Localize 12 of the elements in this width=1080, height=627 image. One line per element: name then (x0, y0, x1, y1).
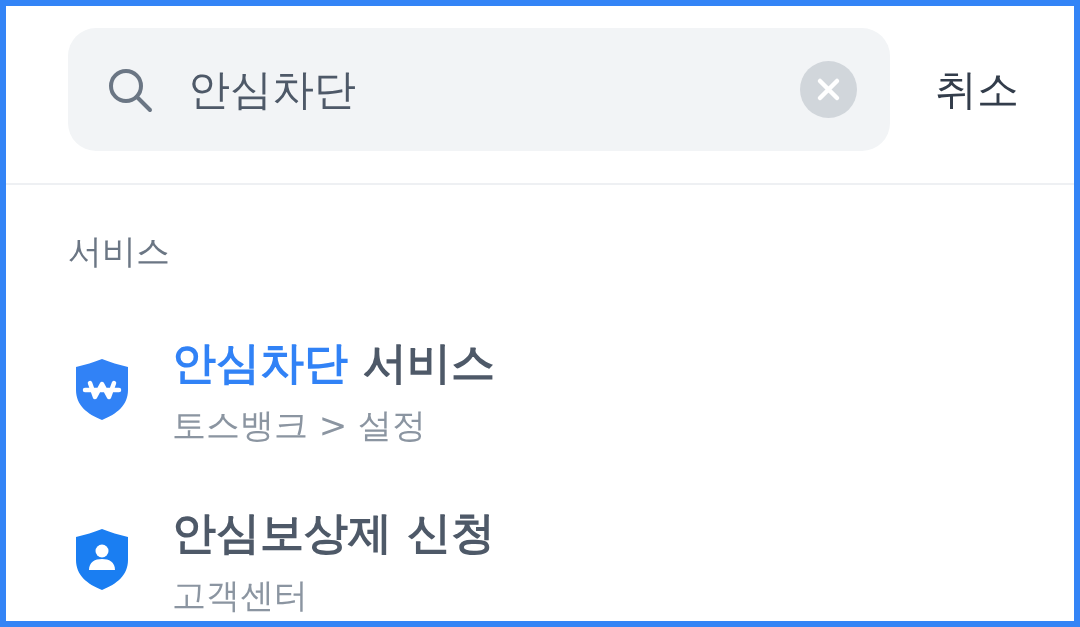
shield-won-icon (73, 357, 131, 421)
clear-button[interactable] (800, 61, 857, 118)
result-path: 토스뱅크 > 설정 (172, 404, 427, 447)
result-title[interactable]: 안심차단 서비스 (172, 334, 496, 392)
section-heading: 서비스 (68, 230, 170, 273)
cancel-button[interactable]: 취소 (935, 61, 1019, 118)
result-path: 고객센터 (172, 574, 308, 617)
clear-icon (800, 61, 857, 118)
shield-person-icon (73, 527, 131, 591)
search-field[interactable]: 안심차단 (68, 28, 890, 151)
search-icon (107, 67, 153, 113)
result-title[interactable]: 안심보상제 신청 (172, 504, 496, 562)
